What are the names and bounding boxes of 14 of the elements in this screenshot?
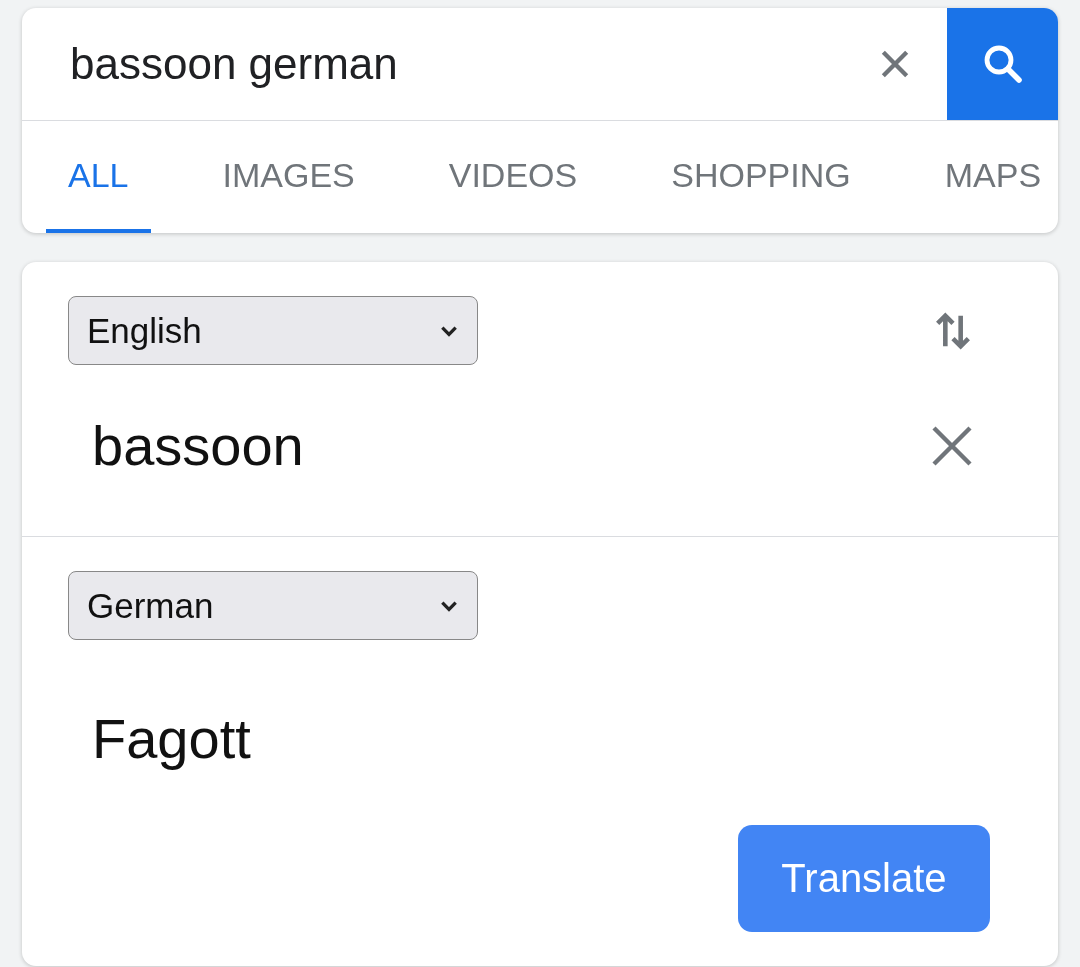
source-text[interactable]: bassoon: [68, 413, 304, 478]
caret-icon: [439, 598, 459, 613]
translate-button[interactable]: Translate: [738, 825, 990, 932]
language-select[interactable]: German: [68, 571, 478, 640]
search-button[interactable]: [947, 8, 1058, 120]
tab[interactable]: MAPS: [922, 121, 1058, 233]
tab[interactable]: ALL: [46, 121, 151, 233]
language-select[interactable]: English: [68, 296, 478, 365]
tab[interactable]: VIDEOS: [426, 121, 600, 233]
search-field[interactable]: bassoon german: [22, 24, 875, 104]
translation-text: Fagott: [91, 706, 252, 771]
caret-icon: [439, 323, 459, 338]
tab[interactable]: IMAGES: [200, 121, 377, 233]
tab[interactable]: SHOPPING: [649, 121, 873, 233]
